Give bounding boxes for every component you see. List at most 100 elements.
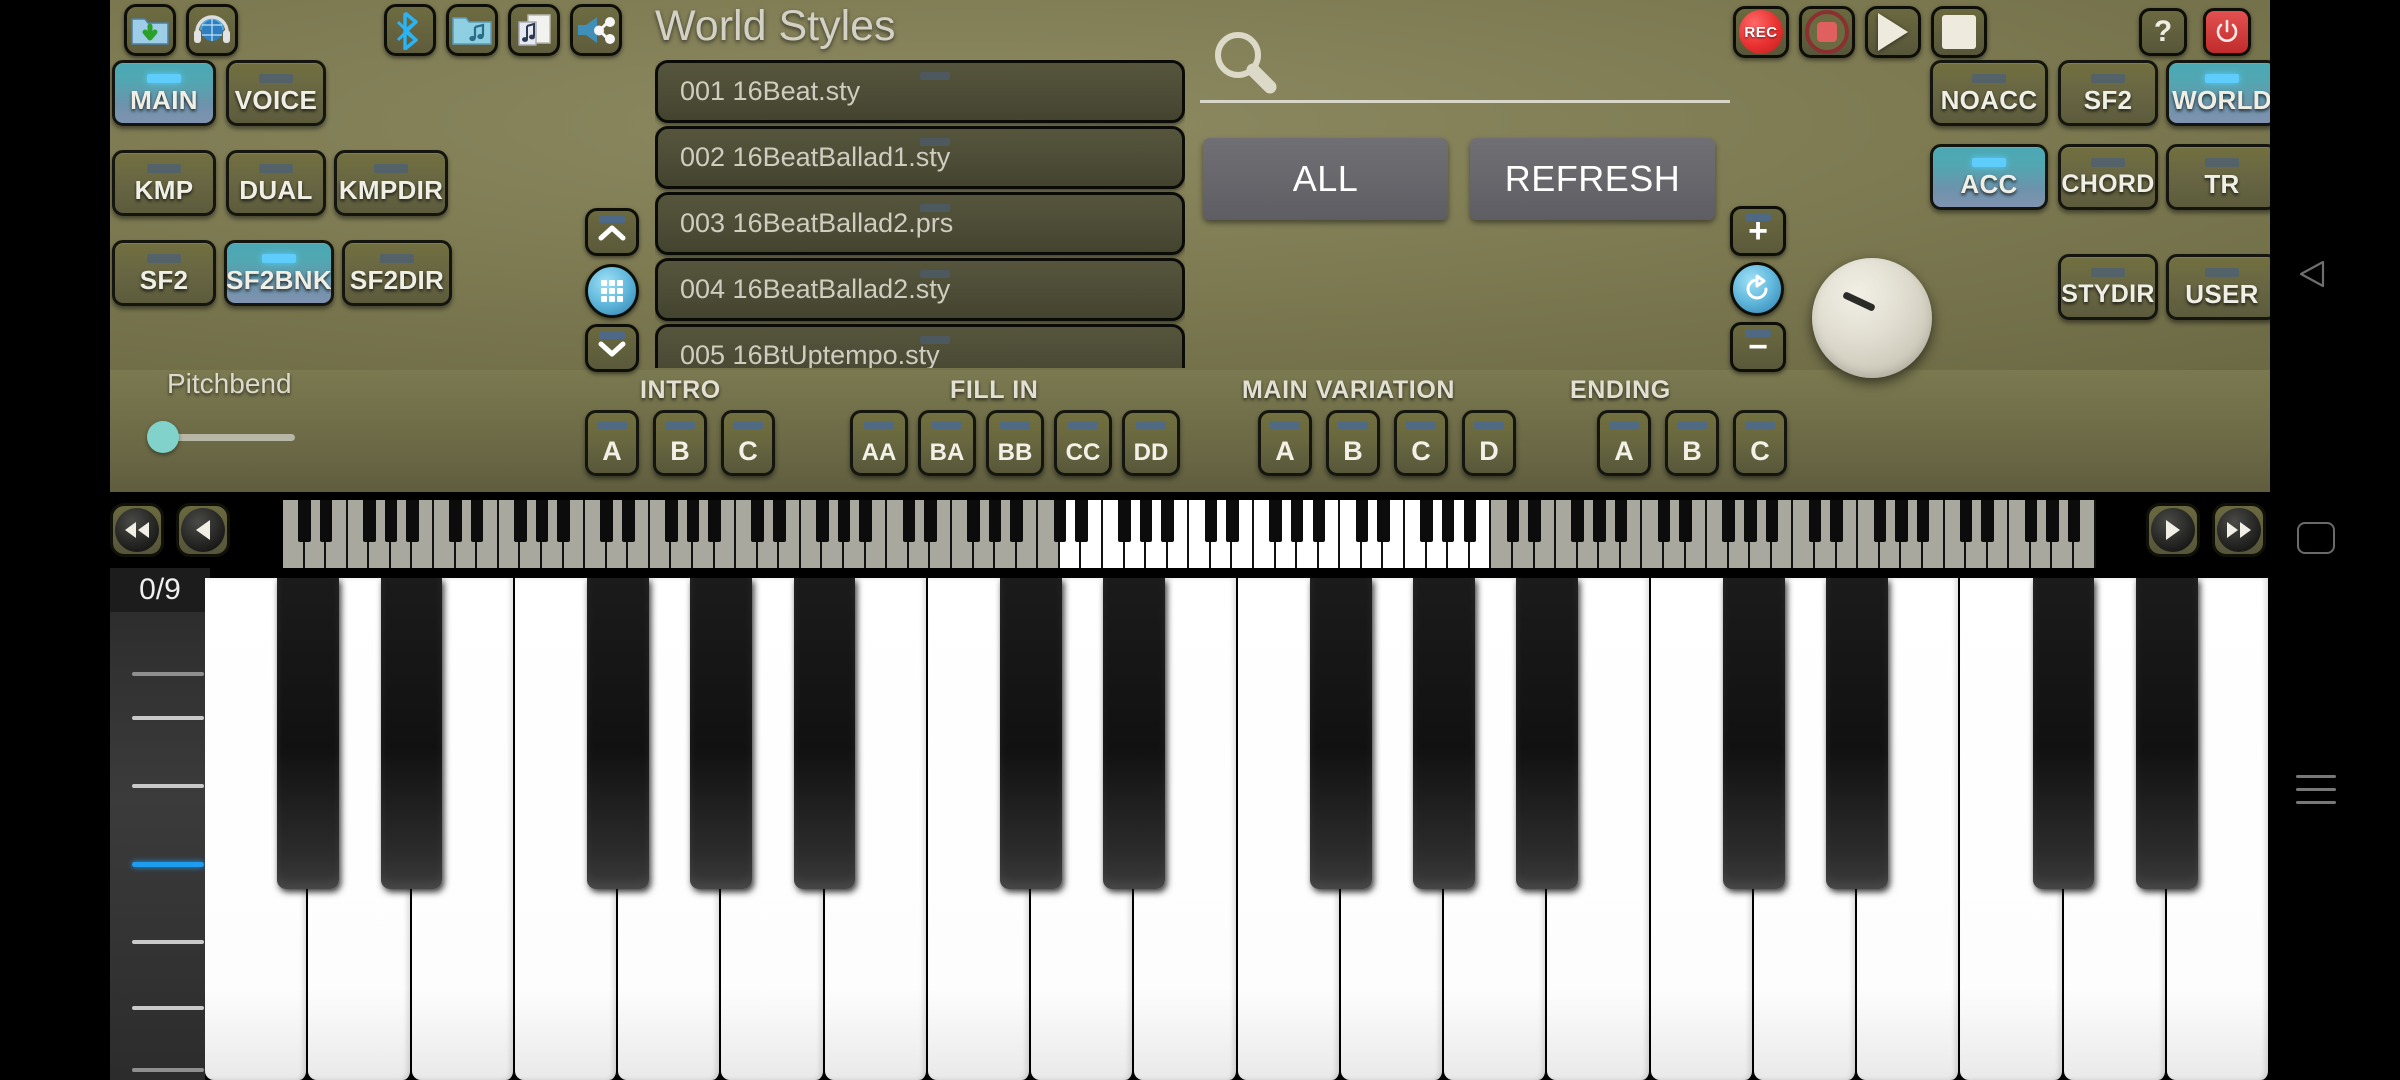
list-item[interactable]: 004 16BeatBallad2.sty [655, 258, 1185, 321]
piano-black-key[interactable] [1309, 578, 1372, 890]
fillin-bb-button[interactable]: BB [986, 410, 1044, 476]
help-button[interactable]: ? [2139, 8, 2187, 56]
list-scroll-up-button[interactable] [585, 208, 639, 256]
stop-button[interactable] [1931, 6, 1987, 58]
piano-black-key[interactable] [1413, 578, 1475, 890]
sf2-right-button[interactable]: SF2 [2058, 60, 2158, 126]
piano-black-key[interactable] [587, 578, 649, 890]
user-button[interactable]: USER [2166, 254, 2278, 320]
increment-button[interactable]: + [1730, 206, 1786, 256]
mainvar-a-button[interactable]: A [1258, 410, 1312, 476]
world-headphones-icon[interactable] [186, 4, 238, 56]
fillin-cc-button[interactable]: CC [1054, 410, 1112, 476]
list-item[interactable]: 002 16BeatBallad1.sty [655, 126, 1185, 189]
piano-black-key[interactable] [1103, 578, 1166, 890]
ending-c-button[interactable]: C [1733, 410, 1787, 476]
piano-black-key[interactable] [1826, 578, 1888, 890]
rail-tick[interactable] [132, 1006, 204, 1010]
fillin-aa-button[interactable]: AA [850, 410, 908, 476]
mini-key[interactable] [1556, 500, 1584, 568]
main-button[interactable]: MAIN [112, 60, 216, 126]
dual-button[interactable]: DUAL [226, 150, 326, 216]
piano-black-key[interactable] [1000, 578, 1062, 890]
rail-tick[interactable] [132, 716, 204, 720]
mini-key[interactable] [800, 500, 829, 568]
fillin-dd-button[interactable]: DD [1122, 410, 1180, 476]
intro-b-button[interactable]: B [653, 410, 707, 476]
mainvar-c-button[interactable]: C [1394, 410, 1448, 476]
mini-key[interactable] [1707, 500, 1735, 568]
mini-key[interactable] [1944, 500, 1973, 568]
intro-c-button[interactable]: C [721, 410, 775, 476]
mini-key[interactable] [1405, 500, 1433, 568]
style-list[interactable]: 001 16Beat.sty 002 16BeatBallad1.sty 003… [655, 60, 1185, 368]
mini-key[interactable] [951, 500, 980, 568]
tempo-knob[interactable] [1812, 258, 1932, 378]
mini-key[interactable] [283, 500, 311, 568]
acc-button[interactable]: ACC [1930, 144, 2048, 210]
all-button[interactable]: ALL [1203, 138, 1448, 220]
rail-tick[interactable] [132, 1068, 204, 1072]
kmpdir-button[interactable]: KMPDIR [334, 150, 448, 216]
mini-key[interactable] [736, 500, 764, 568]
mini-key[interactable] [649, 500, 678, 568]
octave-rail[interactable] [110, 568, 210, 1080]
keyboard-scroll-prev-button[interactable] [176, 503, 230, 557]
sf2-button[interactable]: SF2 [112, 240, 216, 306]
share-audio-icon[interactable] [570, 4, 622, 56]
sf2bnk-button[interactable]: SF2BNK [224, 240, 334, 306]
piano-black-key[interactable] [2032, 578, 2095, 890]
rail-tick[interactable] [132, 672, 204, 676]
mainvar-d-button[interactable]: D [1462, 410, 1516, 476]
record-button[interactable]: REC [1733, 6, 1789, 58]
mainvar-b-button[interactable]: B [1326, 410, 1380, 476]
mini-key[interactable] [887, 500, 916, 568]
rail-tick[interactable] [132, 940, 204, 944]
piano-black-key[interactable] [1516, 578, 1579, 890]
play-button[interactable] [1865, 6, 1921, 58]
music-folder-icon[interactable] [446, 4, 498, 56]
piano-black-key[interactable] [2135, 578, 2198, 890]
recents-menu-icon[interactable] [2296, 775, 2336, 814]
mini-key[interactable] [1491, 500, 1520, 568]
mini-key[interactable] [347, 500, 376, 568]
decrement-button[interactable]: − [1730, 322, 1786, 372]
fillin-ba-button[interactable]: BA [918, 410, 976, 476]
search-input[interactable] [1200, 52, 1730, 100]
piano-black-key[interactable] [1722, 578, 1785, 890]
kmp-button[interactable]: KMP [112, 150, 216, 216]
mini-key[interactable] [2009, 500, 2038, 568]
mini-key[interactable] [498, 500, 527, 568]
piano-black-key[interactable] [380, 578, 443, 890]
piano-black-key[interactable] [277, 578, 340, 890]
bluetooth-icon[interactable] [384, 4, 436, 56]
keyboard-scroll-next-button[interactable] [2146, 503, 2200, 557]
list-scroll-down-button[interactable] [585, 324, 639, 372]
ending-a-button[interactable]: A [1597, 410, 1651, 476]
mini-key[interactable] [1793, 500, 1822, 568]
midi-file-icon[interactable] [508, 4, 560, 56]
stydir-button[interactable]: STYDIR [2058, 254, 2158, 320]
keyboard-scroll-next-fast-button[interactable] [2212, 503, 2266, 557]
mini-key[interactable] [1340, 500, 1369, 568]
mini-keyboard-overview[interactable] [283, 500, 2096, 568]
tr-button[interactable]: TR [2166, 144, 2278, 210]
power-button[interactable] [2203, 8, 2251, 56]
chord-button[interactable]: CHORD [2058, 144, 2158, 210]
keyboard-scroll-prev-fast-button[interactable] [110, 503, 164, 557]
world-button[interactable]: WORLD [2166, 60, 2278, 126]
refresh-button[interactable]: REFRESH [1470, 138, 1715, 220]
mini-key[interactable] [1102, 500, 1131, 568]
back-triangle-icon[interactable] [2292, 252, 2336, 296]
pitchbend-track[interactable] [160, 434, 295, 441]
mini-key[interactable] [1254, 500, 1282, 568]
voice-button[interactable]: VOICE [226, 60, 326, 126]
piano-black-key[interactable] [690, 578, 753, 890]
download-folder-icon[interactable] [124, 4, 176, 56]
intro-a-button[interactable]: A [585, 410, 639, 476]
list-item[interactable]: 001 16Beat.sty [655, 60, 1185, 123]
mini-key[interactable] [1642, 500, 1671, 568]
mini-key[interactable] [1858, 500, 1887, 568]
piano-black-key[interactable] [793, 578, 856, 890]
reset-button[interactable] [1730, 262, 1784, 316]
